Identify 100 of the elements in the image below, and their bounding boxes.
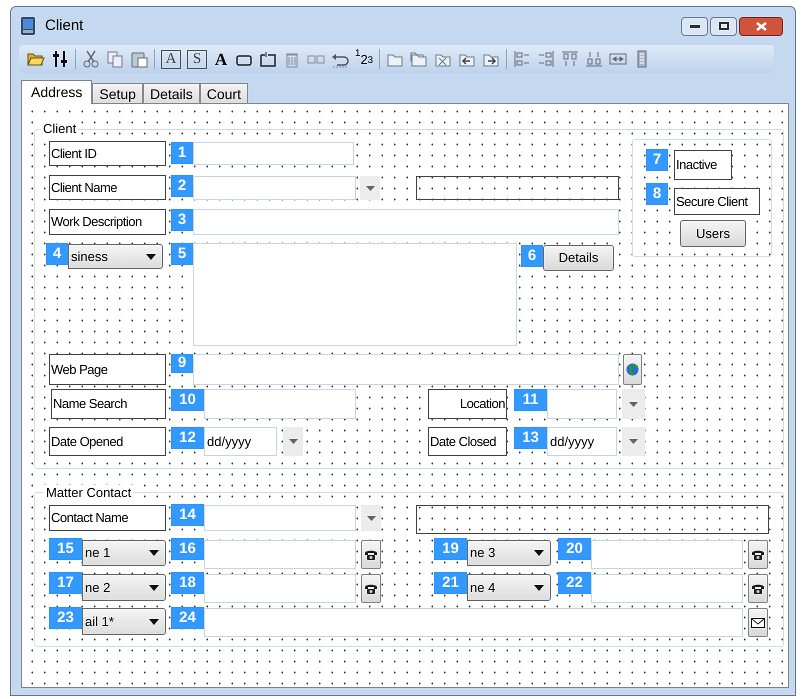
label-tool[interactable]: A [213, 50, 229, 68]
field-label: Name Search [51, 389, 166, 419]
number-badge: 4 [46, 243, 68, 265]
dropdown[interactable]: ne 2 [82, 574, 166, 601]
dropdown[interactable]: ail 1* [82, 608, 166, 635]
dropdown[interactable]: ne 3 [467, 540, 551, 566]
icon-button[interactable] [748, 540, 768, 569]
text-field[interactable] [547, 389, 617, 419]
caret-icon [146, 254, 156, 260]
number-badge: 21 [434, 572, 467, 594]
align-right-icon[interactable] [537, 50, 556, 68]
phone-icon [364, 582, 378, 594]
text-field[interactable] [193, 209, 619, 235]
tab[interactable]: Court [200, 83, 248, 103]
phone-icon [751, 548, 765, 560]
minimize-icon [690, 24, 700, 28]
envelope-icon [751, 618, 765, 628]
icon-button[interactable] [361, 574, 381, 603]
number-badge: 17 [49, 572, 82, 594]
text-field[interactable] [204, 608, 743, 637]
phone-icon [751, 582, 765, 594]
number-badge: 12 [171, 427, 204, 449]
close-icon [756, 22, 766, 30]
field-label: Work Description [49, 209, 166, 235]
push-button[interactable]: Users [680, 220, 746, 247]
number-badge: 19 [434, 538, 467, 560]
maximize-button[interactable] [710, 16, 737, 36]
text-field[interactable]: dd/yyyy [547, 427, 617, 456]
copy-icon[interactable] [106, 50, 124, 68]
dropdown-button[interactable] [361, 505, 381, 531]
tab[interactable]: Setup [92, 83, 143, 103]
dropdown-button[interactable] [622, 427, 645, 456]
text-field[interactable] [204, 574, 356, 603]
field-label: Contact Name [49, 505, 166, 531]
text-field[interactable] [591, 574, 743, 603]
dropdown-arrow-icon [629, 439, 638, 444]
align-left-icon[interactable] [513, 50, 532, 68]
static-text-tool[interactable]: S [187, 50, 207, 68]
app-icon [19, 16, 37, 36]
icon-button[interactable] [748, 608, 768, 637]
dropdown-arrow-icon [629, 402, 638, 406]
text-field[interactable] [591, 540, 743, 569]
text-field[interactable]: dd/yyyy [204, 427, 277, 456]
dropdown-arrow-icon [366, 186, 374, 190]
field-label: Date Opened [49, 427, 166, 456]
globe-icon [626, 363, 639, 376]
field-label: Location [428, 389, 507, 419]
number-badge: 16 [171, 538, 204, 560]
number-badge: 18 [171, 572, 204, 594]
paste-icon[interactable] [130, 50, 148, 68]
text-field[interactable] [204, 540, 356, 569]
number-badge: 9 [171, 354, 193, 373]
maximize-icon [718, 22, 728, 30]
push-button[interactable]: Details [543, 245, 614, 271]
number-badge: 11 [514, 389, 547, 411]
caret-icon [149, 584, 159, 590]
text-field[interactable] [204, 389, 356, 419]
group-title: Matter Contact [44, 485, 134, 500]
minimize-button[interactable] [681, 16, 708, 36]
close-button[interactable] [739, 16, 783, 36]
icon-button[interactable] [748, 574, 768, 603]
dropdown[interactable]: ne 4 [467, 574, 551, 601]
number-badge: 24 [171, 607, 204, 629]
icon-button[interactable] [361, 540, 381, 569]
align-top-icon[interactable] [561, 50, 580, 68]
dropdown[interactable]: siness [68, 244, 163, 269]
caret-icon [149, 550, 159, 556]
frame-icon[interactable] [259, 50, 277, 68]
dropdown[interactable]: ne 1 [82, 540, 166, 566]
number-badge: 15 [49, 538, 82, 560]
text-field[interactable] [204, 505, 356, 531]
align-bottom-icon[interactable] [585, 50, 604, 68]
dropdown-button[interactable] [360, 176, 380, 200]
field-label: Date Closed [428, 427, 507, 456]
number-badge: 7 [646, 149, 668, 171]
caret-icon [534, 584, 544, 590]
number-badge: 2 [171, 175, 193, 197]
number-badge: 22 [558, 572, 591, 594]
scissors-icon[interactable] [82, 50, 100, 68]
folders-icon[interactable] [410, 50, 428, 68]
field-label: Secure Client [674, 188, 760, 215]
field-label: Client ID [49, 141, 166, 166]
field-label: Inactive [674, 150, 732, 180]
tab[interactable]: Address [21, 80, 92, 104]
dropdown-button[interactable] [283, 427, 303, 456]
sliders-icon[interactable] [51, 50, 69, 68]
text-field[interactable] [193, 176, 356, 200]
text-field[interactable] [193, 354, 619, 385]
dropdown-arrow-icon [366, 516, 376, 520]
text-box-tool[interactable]: A [161, 50, 181, 68]
number-badge: 3 [171, 209, 193, 231]
group-title: Client [41, 121, 78, 136]
text-field[interactable] [193, 142, 354, 165]
field-label: Web Page [49, 354, 166, 385]
dropdown-button[interactable] [622, 389, 645, 419]
number-badge: 20 [558, 538, 591, 560]
number-badge: 5 [171, 243, 193, 265]
dropdown-arrow-icon [288, 439, 298, 444]
number-badge: 13 [514, 427, 547, 449]
tab[interactable]: Details [142, 83, 200, 103]
